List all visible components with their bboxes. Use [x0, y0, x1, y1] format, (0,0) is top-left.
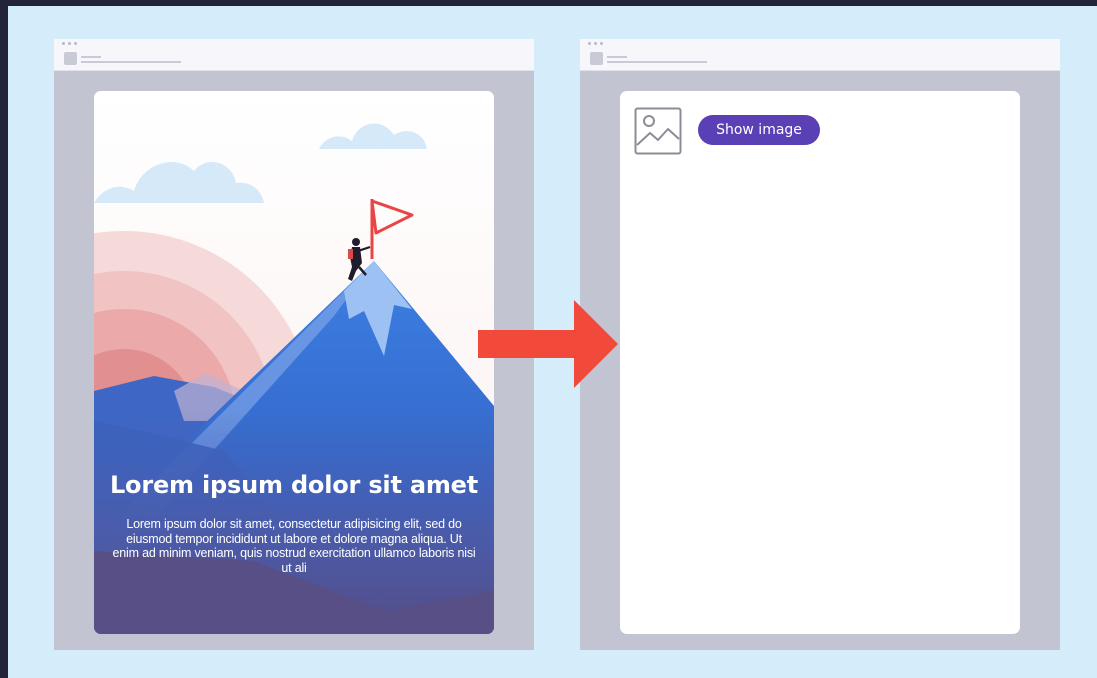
email-card-with-image: Lorem ipsum dolor sit amet Lorem ipsum d…: [94, 91, 494, 634]
browser-window-loaded: Lorem ipsum dolor sit amet Lorem ipsum d…: [54, 39, 534, 650]
window-dot: [74, 42, 77, 45]
body-text: Lorem ipsum dolor sit amet, consectetur …: [112, 517, 476, 575]
comparison-stage: Lorem ipsum dolor sit amet Lorem ipsum d…: [8, 6, 1097, 678]
browser-chrome: [580, 39, 1060, 71]
window-controls: [62, 42, 77, 45]
show-image-button[interactable]: Show image: [698, 115, 820, 145]
favicon-icon: [590, 52, 603, 65]
browser-window-blocked: Show image: [580, 39, 1060, 650]
favicon-icon: [64, 52, 77, 65]
url-bar[interactable]: [607, 61, 707, 63]
window-dot: [594, 42, 597, 45]
right-arrow-icon: [478, 300, 618, 388]
url-bar[interactable]: [81, 61, 181, 63]
url-bar-line: [607, 56, 627, 58]
email-card-images-blocked: Show image: [620, 91, 1020, 634]
image-placeholder-icon: [634, 107, 682, 155]
window-dot: [600, 42, 603, 45]
url-bar-line: [81, 56, 101, 58]
window-dot: [588, 42, 591, 45]
headline: Lorem ipsum dolor sit amet: [109, 471, 479, 499]
window-controls: [588, 42, 603, 45]
window-dot: [62, 42, 65, 45]
browser-chrome: [54, 39, 534, 71]
window-dot: [68, 42, 71, 45]
